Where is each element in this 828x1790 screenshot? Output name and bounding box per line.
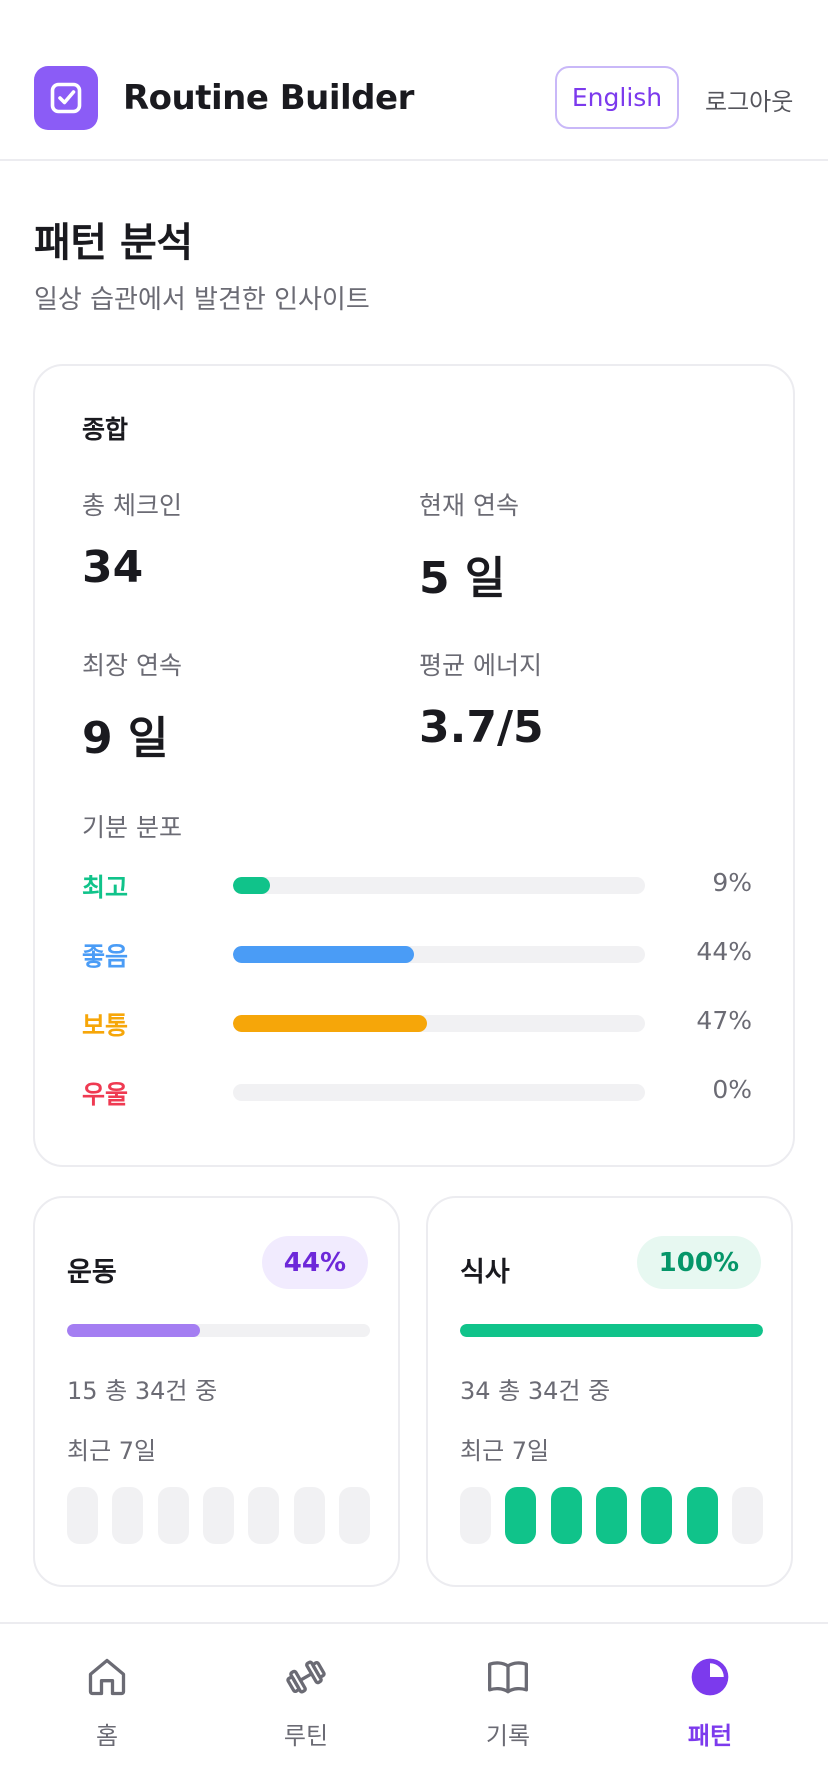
mood-name: 좋음: [82, 942, 129, 971]
nav-label: 루틴: [283, 1722, 329, 1750]
habit-count-text: 34 총 34건 중: [460, 1377, 611, 1405]
pie-chart-icon: [687, 1654, 733, 1700]
recent-day-indicator: [731, 1487, 763, 1544]
language-toggle-button[interactable]: English: [555, 66, 679, 129]
mood-bar-fill: [233, 946, 415, 963]
mood-name: 최고: [82, 873, 129, 902]
mood-bar-track: [233, 946, 645, 963]
mood-bar-fill: [233, 877, 271, 894]
stat-label-average-energy: 평균 에너지: [419, 651, 542, 680]
habit-title: 식사: [460, 1257, 510, 1288]
nav-label: 패턴: [687, 1722, 733, 1750]
mood-name: 우울: [82, 1080, 129, 1109]
mood-percent: 9%: [712, 868, 752, 897]
nav-item-records[interactable]: 기록: [448, 1654, 568, 1764]
habit-recent-label: 최근 7일: [67, 1437, 157, 1465]
habit-card-exercise[interactable]: 운동 44% 15 총 34건 중 최근 7일: [33, 1196, 400, 1587]
mood-bar-track: [233, 1084, 645, 1101]
nav-item-home[interactable]: 홈: [47, 1654, 167, 1764]
habit-card-meal[interactable]: 식사 100% 34 총 34건 중 최근 7일: [426, 1196, 793, 1587]
recent-day-indicator: [686, 1487, 718, 1544]
habit-progress-track: [67, 1324, 370, 1337]
recent-day-indicator: [338, 1487, 370, 1544]
mood-bar-fill: [233, 1015, 427, 1032]
nav-item-routine[interactable]: 루틴: [246, 1654, 366, 1764]
bottom-nav: 홈 루틴 기록 패턴: [0, 1622, 828, 1790]
stat-label-total-checkins: 총 체크인: [82, 491, 182, 520]
page-title: 패턴 분석: [34, 220, 193, 266]
habit-title: 운동: [67, 1257, 117, 1288]
nav-item-patterns[interactable]: 패턴: [650, 1654, 770, 1764]
mood-row: 보통 47%: [82, 1002, 752, 1042]
book-icon: [485, 1654, 531, 1700]
page-subtitle: 일상 습관에서 발견한 인사이트: [34, 285, 370, 315]
app-title: Routine Builder: [123, 78, 414, 118]
stat-value-average-energy: 3.7/5: [419, 702, 544, 753]
checkbox-icon: [34, 66, 98, 130]
habit-count-text: 15 총 34건 중: [67, 1377, 218, 1405]
habit-percent-badge: 44%: [261, 1236, 368, 1289]
mood-row: 최고 9%: [82, 864, 752, 904]
recent-day-indicator: [293, 1487, 325, 1544]
habit-progress-track: [460, 1324, 763, 1337]
mood-name: 보통: [82, 1011, 129, 1040]
habit-recent-label: 최근 7일: [460, 1437, 550, 1465]
stat-label-current-streak: 현재 연속: [419, 491, 519, 520]
nav-label: 기록: [485, 1722, 531, 1750]
home-icon: [84, 1654, 130, 1700]
habit-percent-badge: 100%: [636, 1236, 761, 1289]
recent-day-indicator: [202, 1487, 234, 1544]
dumbbell-icon: [283, 1654, 329, 1700]
summary-card: 종합 총 체크인 34 현재 연속 5 일 최장 연속 9 일 평균 에너지 3…: [33, 364, 795, 1167]
stat-label-longest-streak: 최장 연속: [82, 651, 182, 680]
mood-bar-track: [233, 1015, 645, 1032]
recent-day-indicator: [248, 1487, 280, 1544]
recent-day-indicator: [641, 1487, 673, 1544]
mood-percent: 0%: [712, 1075, 752, 1104]
recent-day-indicator: [112, 1487, 144, 1544]
recent-day-indicator: [595, 1487, 627, 1544]
mood-bar-track: [233, 877, 645, 894]
recent-day-indicator: [67, 1487, 98, 1544]
recent-day-indicator: [157, 1487, 189, 1544]
mood-distribution-heading: 기분 분포: [82, 813, 182, 842]
logout-link[interactable]: 로그아웃: [705, 82, 793, 117]
recent-days-row: [67, 1487, 370, 1544]
mood-row: 우울 0%: [82, 1071, 752, 1111]
stat-value-total-checkins: 34: [82, 542, 144, 593]
mood-percent: 44%: [696, 937, 752, 966]
habit-progress-fill: [460, 1324, 763, 1337]
recent-day-indicator: [550, 1487, 582, 1544]
mood-percent: 47%: [696, 1006, 752, 1035]
nav-label: 홈: [95, 1722, 119, 1750]
stat-value-longest-streak: 9 일: [82, 713, 169, 764]
summary-heading: 종합: [82, 415, 129, 444]
recent-day-indicator: [505, 1487, 537, 1544]
mood-row: 좋음 44%: [82, 933, 752, 973]
recent-day-indicator: [460, 1487, 491, 1544]
habit-progress-fill: [67, 1324, 201, 1337]
stat-value-current-streak: 5 일: [419, 553, 506, 604]
recent-days-row: [460, 1487, 763, 1544]
app-header: Routine Builder English 로그아웃: [0, 0, 828, 161]
